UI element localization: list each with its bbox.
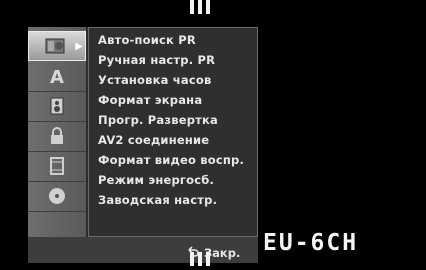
disc-setup-icon: [45, 38, 65, 54]
disc-icon: [49, 188, 65, 204]
language-a-icon: A: [50, 67, 64, 86]
menu-item-video-format[interactable]: Формат видео воспр.: [98, 150, 244, 170]
sidebar-item-recording[interactable]: [28, 151, 86, 182]
category-sidebar: ▶ A: [28, 27, 88, 237]
menu-list: Авто-поиск PR Ручная настр. PR Установка…: [88, 27, 258, 237]
top-stripes-decoration: [190, 0, 210, 14]
sidebar-item-audio[interactable]: [28, 91, 86, 122]
menu-item-clock-set[interactable]: Установка часов: [98, 70, 211, 90]
menu-item-auto-search[interactable]: Авто-поиск PR: [98, 30, 196, 50]
menu-item-manual-tune[interactable]: Ручная настр. PR: [98, 50, 215, 70]
speaker-audio-icon: [50, 97, 64, 115]
menu-item-av2-connection[interactable]: AV2 соединение: [98, 130, 209, 150]
menu-item-screen-format[interactable]: Формат экрана: [98, 90, 202, 110]
padlock-icon: [51, 127, 63, 144]
sidebar-item-language[interactable]: A: [28, 61, 86, 92]
menu-item-factory-reset[interactable]: Заводская настр.: [98, 190, 217, 210]
setup-menu-panel: ▶ A Авто-поиск PR Ручная настр. PR Устан…: [28, 27, 258, 263]
chevron-right-icon: ▶: [75, 41, 83, 52]
model-overlay-text: EU-6CH: [263, 230, 359, 256]
menu-item-progressive-scan[interactable]: Прогр. Развертка: [98, 110, 218, 130]
bottom-stripes-decoration: [190, 252, 210, 266]
sidebar-item-general[interactable]: ▶: [28, 31, 86, 61]
sidebar-item-disc[interactable]: [28, 181, 86, 212]
sidebar-item-lock[interactable]: [28, 121, 86, 152]
film-record-icon: [50, 157, 64, 175]
menu-item-power-save[interactable]: Режим энергосб.: [98, 170, 214, 190]
svg-text:A: A: [50, 67, 64, 86]
menu-footer: Закр.: [28, 237, 258, 263]
